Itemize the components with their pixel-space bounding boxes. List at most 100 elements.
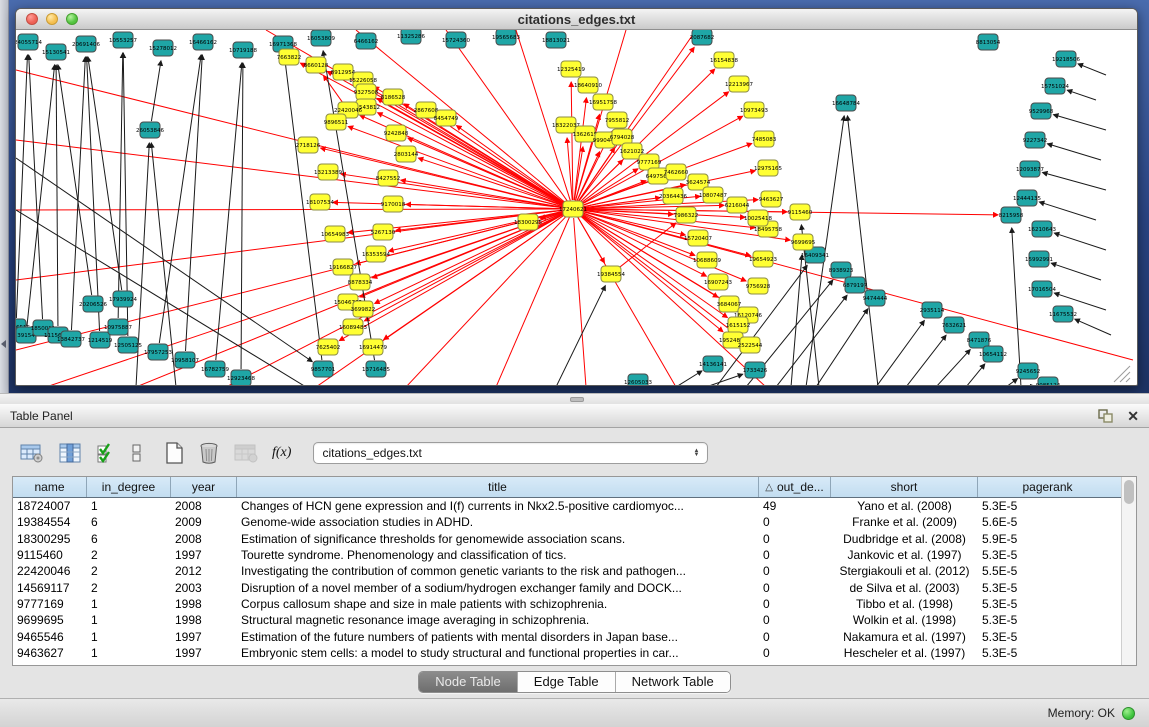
network-node[interactable]: 18107534 [306,194,334,210]
citation-edge-black[interactable] [816,309,868,385]
network-node[interactable]: 16089483 [339,319,367,335]
table-row[interactable]: 977716911998Corpus callosum shape and si… [13,596,1136,612]
citation-edge-red[interactable] [574,218,586,385]
citation-edge-black[interactable] [241,63,243,369]
network-node[interactable]: 12213967 [725,76,753,92]
network-node[interactable]: 7632621 [942,317,967,333]
network-node[interactable]: 11325286 [397,30,425,44]
network-view-window[interactable]: citations_edges.txt 24055714151305412069… [15,8,1138,386]
citation-edge-red[interactable] [266,30,565,204]
citation-edge-black[interactable] [876,321,924,385]
citation-edge-black[interactable] [1047,144,1101,160]
network-node[interactable]: 9327508 [354,84,379,100]
column-header-in_degree[interactable]: in_degree [87,477,171,497]
network-node[interactable]: 10719188 [229,42,257,58]
column-header-short[interactable]: short [831,477,978,497]
network-node[interactable]: 8660128 [304,57,329,73]
network-node[interactable]: 8813054 [976,34,1001,50]
citation-edge-black[interactable] [676,371,702,385]
network-node[interactable]: 19654923 [749,251,777,267]
table-row[interactable]: 946362711997Embryonic stem cells: a mode… [13,645,1136,661]
citation-edge-black[interactable] [1043,172,1106,190]
citation-edge-black[interactable] [56,65,58,326]
tab-network-table[interactable]: Network Table [616,672,730,692]
network-node[interactable]: 8938923 [829,262,854,278]
network-node[interactable]: 1615152 [726,317,751,333]
network-node[interactable]: 15130541 [42,44,70,60]
citation-edge-red[interactable] [406,216,567,385]
delete-table-icon[interactable] [234,443,258,463]
citation-edge-red[interactable] [16,140,564,208]
network-node[interactable]: 15278012 [149,40,177,56]
network-node[interactable]: 10807487 [699,187,727,203]
network-node[interactable]: 9756928 [746,278,771,294]
network-node[interactable]: 3699822 [351,301,376,317]
citation-edge-black[interactable] [966,364,985,385]
network-node[interactable]: 8427552 [376,170,401,186]
citation-edge-red[interactable] [404,104,565,204]
network-node[interactable]: 2087682 [690,30,715,45]
network-canvas[interactable]: 2405571415130541206914061055325715278012… [16,30,1137,385]
citation-edge-black[interactable] [1053,115,1106,130]
column-header-out_de[interactable]: △out_de... [759,477,831,497]
citation-edge-black[interactable] [87,57,100,331]
network-node[interactable]: 19218506 [1052,51,1080,67]
network-node[interactable]: 26053846 [136,122,164,138]
citation-edge-red[interactable] [16,70,564,207]
network-node[interactable]: 8878334 [348,274,373,290]
citation-edge-black[interactable] [216,63,242,360]
zoom-window-button[interactable] [66,13,78,25]
network-node[interactable]: 12605033 [624,374,652,385]
citation-edge-black[interactable] [1051,263,1101,280]
network-node[interactable]: 13842737 [57,331,85,347]
network-node[interactable]: 2803144 [394,146,419,162]
network-node[interactable]: 9115460 [788,204,813,220]
table-mode-icon[interactable] [20,443,44,463]
network-node[interactable]: 20691406 [72,36,100,52]
network-node[interactable]: 16466162 [189,34,217,50]
network-node[interactable]: 8215958 [999,207,1024,223]
network-node[interactable]: 16053809 [307,30,335,46]
network-node[interactable]: 2522544 [738,337,763,353]
table-vertical-scrollbar[interactable] [1121,477,1136,665]
citation-edge-red[interactable] [16,209,564,210]
network-node[interactable]: 8186528 [381,89,406,105]
tab-edge-table[interactable]: Edge Table [518,672,616,692]
citation-edge-red[interactable] [408,138,565,205]
citation-edge-black[interactable] [151,61,161,121]
network-node[interactable]: 9896511 [324,114,349,130]
panel-split-divider[interactable] [0,393,1149,404]
tab-node-table[interactable]: Node Table [419,672,518,692]
table-row[interactable]: 969969511998Structural magnetic resonanc… [13,612,1136,628]
citation-network-graph[interactable]: 2405571415130541206914061055325715278012… [16,30,1137,385]
network-node[interactable]: 19565683 [492,30,520,45]
network-node[interactable]: 16951758 [589,94,617,110]
network-node[interactable]: 12505125 [114,337,142,353]
citation-edge-red[interactable] [516,30,570,200]
network-node[interactable]: 17939924 [109,291,137,307]
network-node[interactable]: 18640910 [574,77,602,93]
citation-edge-black[interactable] [906,335,946,385]
network-node[interactable]: 19166827 [329,259,357,275]
column-header-year[interactable]: year [171,477,237,497]
network-node[interactable]: 15992991 [1025,251,1053,267]
network-node[interactable]: 7663822 [277,49,302,65]
network-node[interactable]: 9085124 [1036,377,1061,385]
citation-edge-red[interactable] [226,213,565,385]
network-node[interactable]: 16782759 [201,361,229,377]
citation-edge-black[interactable] [1054,233,1106,250]
network-node[interactable]: 7625402 [316,339,341,355]
network-node[interactable]: 6216044 [725,197,750,213]
network-node[interactable]: 15751024 [1041,78,1069,94]
network-node[interactable]: 20364436 [659,188,687,204]
table-row[interactable]: 946554611997Estimation of the future num… [13,628,1136,644]
citation-edge-black[interactable] [1078,64,1106,75]
network-window-titlebar[interactable]: citations_edges.txt [16,9,1137,30]
table-row[interactable]: 911546021997Tourette syndrome. Phenomeno… [13,547,1136,563]
table-row[interactable]: 2242004622012Investigating the contribut… [13,563,1136,579]
show-columns-icon[interactable] [58,443,82,463]
table-source-select[interactable]: citations_edges.txt ▲▼ [313,442,708,464]
minimize-window-button[interactable] [46,13,58,25]
citation-edge-red[interactable] [567,138,572,200]
network-node[interactable]: 6466162 [354,33,379,49]
